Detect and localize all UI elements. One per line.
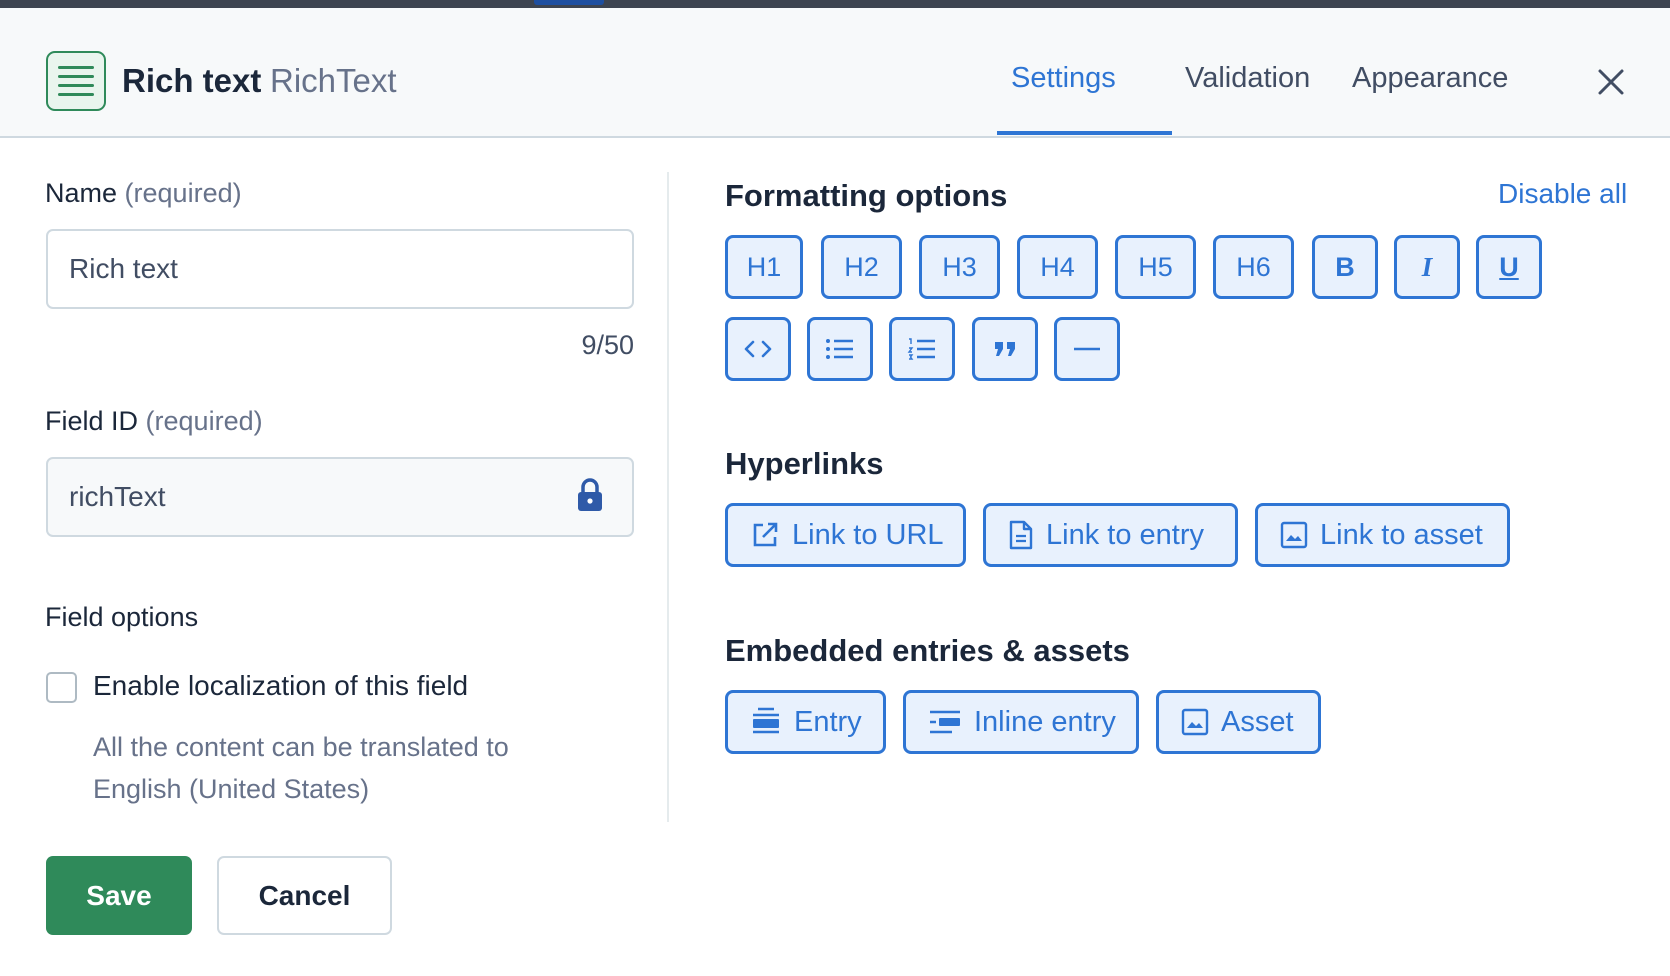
field-id-label: Field ID (required) [45, 406, 263, 436]
document-icon [1009, 520, 1033, 550]
active-tab-indicator [997, 131, 1172, 135]
localization-label[interactable]: Enable localization of this field [93, 670, 468, 702]
embedded-entry-icon [753, 707, 779, 734]
field-id-input[interactable]: richText [46, 457, 634, 537]
bulleted-list-button[interactable] [807, 317, 873, 381]
name-input-value: Rich text [69, 253, 178, 284]
link-to-asset-button[interactable]: Link to asset [1255, 503, 1510, 567]
italic-button[interactable]: I [1394, 235, 1460, 299]
horizontal-rule-icon [1074, 347, 1100, 351]
h1-button[interactable]: H1 [725, 235, 803, 299]
numbered-list-button[interactable] [889, 317, 955, 381]
code-icon [744, 340, 772, 358]
external-link-icon [753, 522, 778, 547]
localization-help-text: All the content can be translated to Eng… [93, 732, 509, 804]
embed-inline-entry-button[interactable]: Inline entry [903, 690, 1139, 754]
numbered-list-icon [907, 338, 935, 360]
name-label: Name (required) [45, 178, 242, 208]
link-to-url-button[interactable]: Link to URL [725, 503, 966, 567]
lock-icon [578, 478, 602, 511]
tab-settings[interactable]: Settings [1011, 62, 1116, 95]
cancel-button[interactable]: Cancel [217, 856, 392, 935]
h6-button[interactable]: H6 [1213, 235, 1294, 299]
horizontal-rule-button[interactable] [1054, 317, 1120, 381]
underline-button[interactable]: U [1476, 235, 1542, 299]
embed-entry-button[interactable]: Entry [725, 690, 886, 754]
bold-button[interactable]: B [1312, 235, 1378, 299]
embed-asset-button[interactable]: Asset [1156, 690, 1321, 754]
h3-button[interactable]: H3 [919, 235, 1000, 299]
top-strip-indicator [534, 0, 604, 5]
name-input[interactable]: Rich text [46, 229, 634, 309]
inline-entry-icon [930, 710, 960, 734]
link-to-entry-button[interactable]: Link to entry [983, 503, 1238, 567]
column-divider [667, 172, 669, 822]
localization-checkbox[interactable] [46, 672, 77, 703]
formatting-options-title: Formatting options [725, 178, 1008, 213]
name-char-counter: 9/50 [581, 330, 634, 360]
image-icon [1181, 708, 1209, 736]
hyperlinks-title: Hyperlinks [725, 446, 884, 481]
h2-button[interactable]: H2 [821, 235, 902, 299]
h5-button[interactable]: H5 [1115, 235, 1196, 299]
tab-validation[interactable]: Validation [1185, 62, 1310, 95]
h4-button[interactable]: H4 [1017, 235, 1098, 299]
dialog-title: Rich text [122, 62, 262, 99]
dialog-header: Rich text RichText Settings Validation A… [0, 8, 1670, 138]
code-button[interactable] [725, 317, 791, 381]
close-icon[interactable] [1597, 68, 1625, 96]
disable-all-link[interactable]: Disable all [1498, 178, 1627, 210]
field-id-input-value: richText [69, 481, 166, 512]
quote-icon [995, 342, 1015, 356]
tab-appearance[interactable]: Appearance [1352, 62, 1508, 95]
window-top-strip [0, 0, 1670, 8]
quote-button[interactable] [972, 317, 1038, 381]
rich-text-field-icon [46, 51, 106, 111]
dialog-subtitle: RichText [270, 62, 397, 99]
bulleted-list-icon [826, 339, 853, 359]
embedded-title: Embedded entries & assets [725, 633, 1130, 668]
image-icon [1280, 521, 1308, 549]
save-button[interactable]: Save [46, 856, 192, 935]
field-options-title: Field options [45, 602, 199, 632]
